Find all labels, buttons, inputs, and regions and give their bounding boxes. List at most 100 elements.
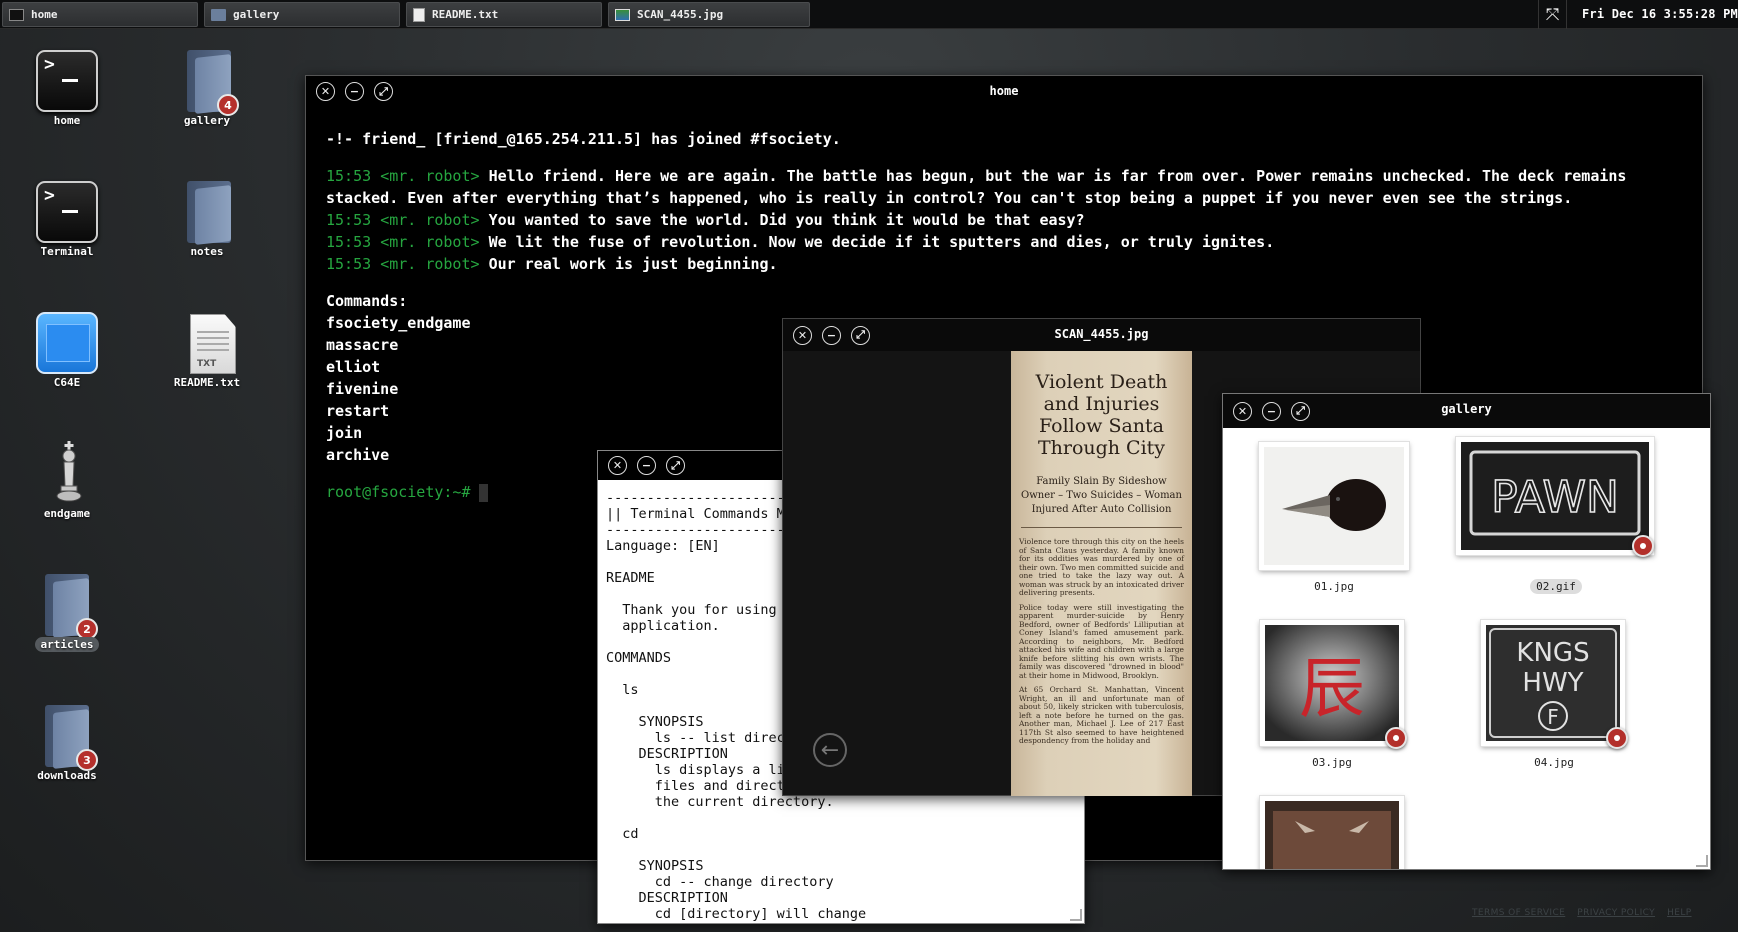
privacy-policy-link[interactable]: PRIVACY POLICY [1577,908,1655,918]
desktop-icon-endgame[interactable]: endgame [12,425,122,540]
taskbar-tab-scan[interactable]: SCAN_4455.jpg [608,2,810,27]
desktop-icon-home[interactable]: > home [12,32,122,147]
hwy-sign-text: HWY [1522,668,1583,698]
chat-message: 15:53 <mr. robot> Hello friend. Here we … [326,167,1627,207]
desktop-icon-label: endgame [43,507,91,520]
close-icon[interactable]: ✕ [316,82,335,101]
chat-message: 15:53 <mr. robot> We lit the fuse of rev… [326,233,1275,251]
chat-message: 15:53 <mr. robot> Our real work is just … [326,255,778,273]
commands-header: Commands: [326,292,408,310]
taskbar-tab-label: home [31,8,58,21]
folder-icon [211,8,226,21]
newspaper-paragraph: Violence tore through this city on the h… [1019,537,1184,597]
gallery-thumbnail[interactable]: 辰 [1260,620,1404,746]
desktop-icon-label: articles [12,637,122,652]
maximize-icon[interactable]: ⤢ [851,325,870,345]
gallery-grid: 01.jpg PAWN 02.gif 辰 03.jpg KNGS HWY F 0… [1223,428,1710,869]
document-icon [413,7,425,22]
taskbar-tab-gallery[interactable]: gallery [204,2,400,27]
chess-king-icon [56,441,82,502]
desktop-icon-label: C64E [53,376,81,389]
taskbar-tab-readme[interactable]: README.txt [406,2,602,27]
resize-handle[interactable] [1070,909,1082,921]
fullscreen-icon[interactable]: ⤧ [1538,0,1567,29]
taskbar-tab-home[interactable]: home [2,2,198,27]
minimize-icon[interactable]: − [345,82,364,101]
newspaper-headline: Violent Death and Injuries Follow Santa … [1035,371,1168,459]
window-titlebar[interactable]: ✕ − ⤢ SCAN_4455.jpg [783,319,1420,351]
maximize-icon[interactable]: ⤢ [1291,401,1310,421]
join-line: -!- friend_ [friend_@165.254.211.5] has … [326,130,841,148]
terminal-icon: > [36,181,98,243]
gallery-item-label: 04.jpg [1534,756,1574,769]
desktop-icon-label: README.txt [173,376,241,389]
cursor [478,483,488,502]
resize-handle[interactable] [1696,855,1708,867]
image-icon [615,8,630,21]
desktop-icon-notes[interactable]: notes [152,163,262,278]
gallery-thumbnail[interactable]: KNGS HWY F [1481,620,1625,746]
desktop-icon-gallery[interactable]: 4 gallery [152,32,262,147]
close-icon[interactable]: ✕ [793,325,812,345]
taskbar: home gallery README.txt SCAN_4455.jpg ⤧ … [0,0,1738,29]
desktop-icon-label: home [53,114,81,127]
kngs-sign-text: KNGS [1516,638,1589,668]
taskbar-tab-label: gallery [233,8,280,21]
text-file-icon: TXT [190,314,236,374]
close-icon[interactable]: ✕ [1233,401,1252,421]
folder-icon [187,181,231,245]
desktop-icon-label: downloads [37,769,97,782]
prompt: root@fsociety:~# [326,483,471,501]
taskbar-tab-label: README.txt [432,8,499,21]
gallery-thumbnail[interactable] [1260,796,1404,869]
gallery-thumbnail[interactable] [1259,442,1409,570]
minimize-icon[interactable]: − [637,456,656,475]
desktop-icon-c64e[interactable]: C64E [12,294,122,409]
desktop-icon-label: notes [190,245,224,258]
terms-of-service-link[interactable]: TERMS OF SERVICE [1472,908,1565,918]
pawn-sign-image: PAWN [1461,442,1649,550]
maximize-icon[interactable]: ⤢ [374,82,393,101]
window-titlebar[interactable]: ✕ − ⤢ gallery [1223,394,1710,428]
desktop-icon-label: gallery [183,114,231,127]
kanji-sign-image: 辰 [1265,625,1399,741]
desktop-icon-articles[interactable]: 2 articles [12,556,122,671]
gallery-item-label-text: 02.gif [1530,579,1582,594]
footer-links: TERMS OF SERVICE PRIVACY POLICY HELP [1472,908,1692,918]
back-arrow-icon[interactable]: ← [813,733,847,767]
minimize-icon[interactable]: − [822,325,841,345]
record-icon[interactable] [1632,535,1654,557]
help-link[interactable]: HELP [1667,908,1692,918]
gallery-window[interactable]: ✕ − ⤢ gallery 01.jpg PAWN 02.gif 辰 03.jp… [1222,393,1711,870]
desktop-icon-label: Terminal [40,245,94,258]
desktop-icon-readme[interactable]: TXT README.txt [152,294,262,409]
maximize-icon[interactable]: ⤢ [666,456,685,475]
newspaper-paragraph: At 65 Orchard St. Manhattan, Vincent Wri… [1019,685,1184,745]
kanji-sign-text: 辰 [1299,650,1365,727]
terminal-icon: > [36,50,98,112]
minimize-icon[interactable]: − [1262,401,1281,421]
chat-message: 15:53 <mr. robot> You wanted to save the… [326,211,1085,229]
kngs-hwy-sign-image: KNGS HWY F [1486,625,1620,741]
pawn-sign-text: PAWN [1491,472,1619,523]
gallery-thumbnail[interactable]: PAWN [1456,437,1654,555]
desktop-icon-terminal[interactable]: > Terminal [12,163,122,278]
record-icon[interactable] [1385,727,1407,749]
notification-badge: 3 [76,749,98,771]
window-title: home [989,84,1019,98]
desktop-icon-downloads[interactable]: 3 downloads [12,687,122,802]
window-title: SCAN_4455.jpg [1054,327,1149,341]
file-type-label: TXT [197,359,217,369]
gallery-item-label: 01.jpg [1314,580,1354,593]
record-icon[interactable] [1606,727,1628,749]
f-train-text: F [1547,705,1559,729]
c64-emulator-icon [36,312,98,374]
terminal-icon [9,8,24,21]
window-titlebar[interactable]: ✕ − ⤢ home [306,76,1702,107]
newspaper-scan: Violent Death and Injuries Follow Santa … [1011,351,1192,796]
close-icon[interactable]: ✕ [608,456,627,475]
gallery-item-label: 02.gif [1481,579,1631,594]
notification-badge: 4 [217,94,239,116]
desktop-icon-label-text: articles [34,637,100,652]
taskbar-tab-label: SCAN_4455.jpg [637,8,724,21]
